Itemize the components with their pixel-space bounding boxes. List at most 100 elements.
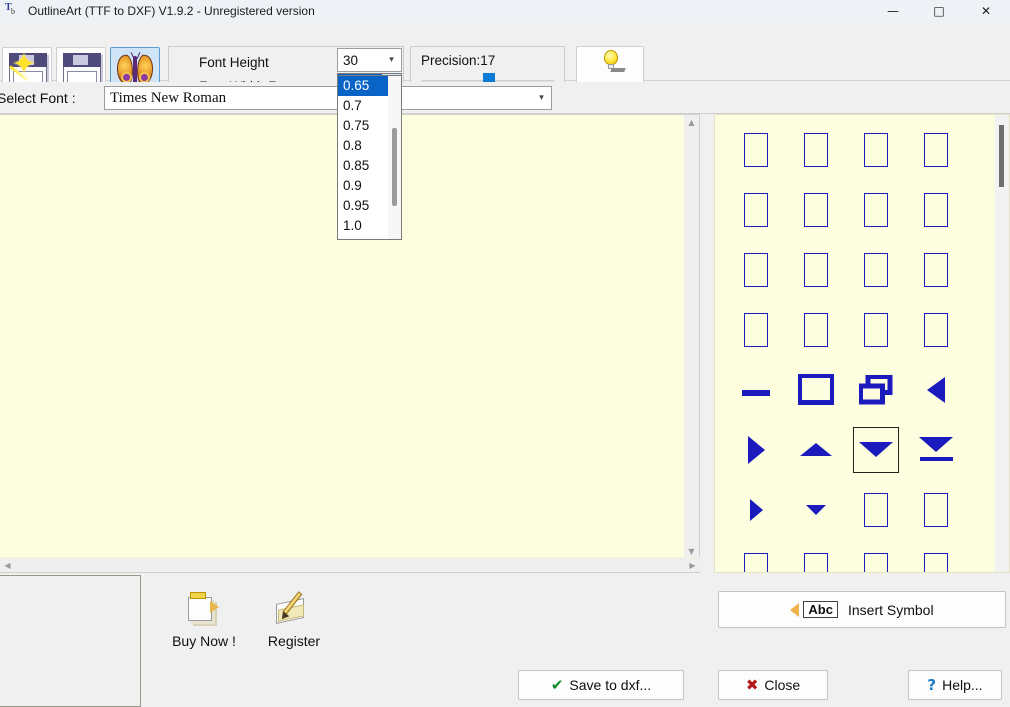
triangle-right-small-glyph[interactable] [733,487,779,533]
symbol-cell[interactable] [853,547,899,573]
font-select-combo[interactable]: Times New Roman ▾ [104,86,552,110]
dropdown-option[interactable]: 0.85 [338,156,389,176]
triangle-left-glyph[interactable] [913,367,959,413]
missing-glyph-box [924,253,948,287]
insert-symbol-button[interactable]: Abc Insert Symbol [718,591,1006,628]
triangle-left-icon [790,603,799,617]
symbol-cell[interactable] [793,127,839,173]
missing-glyph-box [744,313,768,347]
symbol-cell[interactable] [733,187,779,233]
missing-glyph-box [864,313,888,347]
chevron-down-icon[interactable]: ▾ [532,93,551,103]
symbol-cell[interactable] [793,187,839,233]
maximize-glyph[interactable] [793,367,839,413]
symbol-cell[interactable] [733,127,779,173]
canvas-vertical-scrollbar[interactable]: ▲ ▼ [684,115,699,559]
font-height-value: 30 [338,53,382,68]
dropdown-scrollbar-thumb[interactable] [392,128,397,206]
symbol-cell[interactable] [853,307,899,353]
symbols-vertical-scrollbar[interactable] [995,115,1009,572]
symbol-cell[interactable] [913,187,959,233]
title-bar: Tb OutlineArt (TTF to DXF) V1.9.2 - Unre… [0,0,1010,22]
symbol-cell[interactable] [913,247,959,293]
scroll-left-icon[interactable]: ◀ [0,558,15,573]
dropdown-option[interactable]: 0.75 [338,116,389,136]
triangle-up-glyph[interactable] [793,427,839,473]
close-window-button[interactable]: ✕ [962,0,1010,22]
symbol-cell[interactable] [793,547,839,573]
restore-glyph[interactable] [853,367,899,413]
missing-glyph-box [744,253,768,287]
symbols-scrollbar-thumb[interactable] [999,125,1004,187]
missing-glyph-box [864,253,888,287]
abc-icon: Abc [803,601,838,618]
missing-glyph-box [864,133,888,167]
app-icon: Tb [4,2,22,20]
dropdown-option[interactable]: 0.8 [338,136,389,156]
scroll-right-icon[interactable]: ▶ [685,558,700,573]
symbols-panel[interactable] [714,114,1010,573]
font-height-combo[interactable]: 30 ▾ [337,48,402,72]
dropdown-option[interactable]: 0.95 [338,196,389,216]
symbol-cell[interactable] [853,127,899,173]
missing-glyph-box [864,553,888,573]
symbol-cell[interactable] [853,487,899,533]
register-button[interactable]: Register [248,589,340,649]
check-icon: ✔ [551,676,564,694]
insert-symbol-label: Insert Symbol [848,602,934,618]
font-selection-row: Select Font : Times New Roman ▾ I B Symb… [0,82,1010,114]
symbol-cell[interactable] [853,187,899,233]
lightbulb-icon [601,50,621,72]
close-label: Close [764,677,800,693]
symbol-cell[interactable] [733,307,779,353]
symbol-cell[interactable] [793,247,839,293]
symbol-cell[interactable] [913,307,959,353]
minimize-button[interactable]: — [870,0,916,22]
buy-now-button[interactable]: Buy Now ! [158,589,250,649]
dropdown-scrollbar[interactable] [388,76,401,239]
outlineart-window: Tb OutlineArt (TTF to DXF) V1.9.2 - Unre… [0,0,1010,707]
window-controls: — □ ✕ [870,0,1010,22]
status-panel [0,575,141,707]
maximize-button[interactable]: □ [916,0,962,22]
font-height-label: Font Height [199,55,269,70]
buy-now-icon [184,589,224,629]
minimize-glyph[interactable] [733,367,779,413]
dropdown-option[interactable]: 0.9 [338,176,389,196]
dropdown-option[interactable]: 1.0 [338,216,389,236]
scroll-up-icon[interactable]: ▲ [684,115,699,130]
close-dialog-button[interactable]: ✖ Close [718,670,828,700]
dropdown-option[interactable]: 0.65 [338,76,389,96]
missing-glyph-box [804,313,828,347]
triangle-right-glyph[interactable] [733,427,779,473]
missing-glyph-box [744,193,768,227]
font-width-factor-dropdown[interactable]: 0.650.70.750.80.850.90.951.0 [337,75,402,240]
symbol-cell[interactable] [913,487,959,533]
canvas-horizontal-scrollbar[interactable]: ◀ ▶ [0,557,700,572]
chevron-down-icon[interactable]: ▾ [382,49,401,71]
select-font-label: Select Font : [0,90,76,106]
triangle-down-glyph[interactable] [853,427,899,473]
symbol-cell[interactable] [793,307,839,353]
help-button[interactable]: ? Help... [908,670,1002,700]
missing-glyph-box [804,553,828,573]
symbol-cell[interactable] [733,247,779,293]
missing-glyph-box [744,133,768,167]
main-toolbar: ✦ Font Height Font Width Factor 30 ▾ [0,22,1010,81]
triangle-down-small-glyph[interactable] [793,487,839,533]
symbol-cell[interactable] [913,127,959,173]
missing-glyph-box [924,193,948,227]
missing-glyph-box [864,493,888,527]
missing-glyph-box [924,553,948,573]
symbol-cell[interactable] [913,547,959,573]
missing-glyph-box [924,313,948,347]
register-icon [274,589,314,629]
help-label: Help... [942,677,982,693]
triangle-down-underline-glyph[interactable] [913,427,959,473]
dropdown-options-list: 0.650.70.750.80.850.90.951.0 [338,76,389,236]
dropdown-option[interactable]: 0.7 [338,96,389,116]
symbol-cell[interactable] [853,247,899,293]
symbol-cell[interactable] [733,547,779,573]
save-to-dxf-button[interactable]: ✔ Save to dxf... [518,670,684,700]
buy-now-label: Buy Now ! [158,633,250,649]
